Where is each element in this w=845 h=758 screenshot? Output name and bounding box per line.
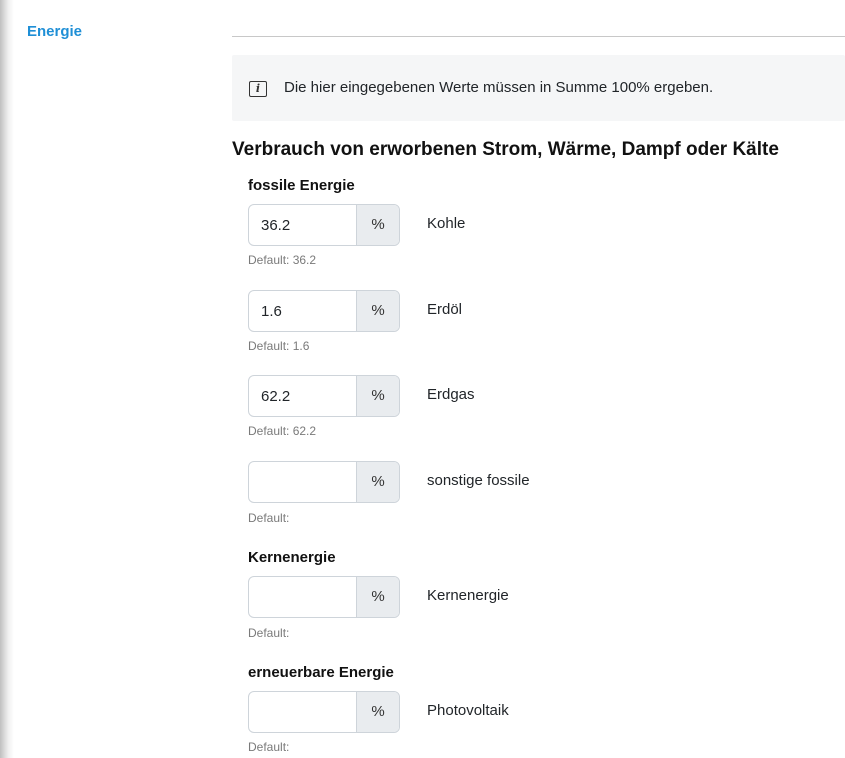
info-alert: i Die hier eingegebenen Werte müssen in … bbox=[232, 55, 845, 121]
input-group-kernenergie: % bbox=[248, 576, 400, 618]
sonstige-fossile-input[interactable] bbox=[249, 462, 357, 502]
input-group-erdoel: % bbox=[248, 290, 400, 332]
group-title-fossile-energie: fossile Energie bbox=[248, 177, 355, 194]
window-edge-shadow bbox=[0, 0, 14, 758]
info-text: Die hier eingegebenen Werte müssen in Su… bbox=[284, 79, 714, 96]
input-group-sonstige-fossile: % bbox=[248, 461, 400, 503]
percent-suffix: % bbox=[356, 291, 399, 331]
kernenergie-label: Kernenergie bbox=[427, 587, 509, 604]
erdoel-input[interactable] bbox=[249, 291, 357, 331]
erdoel-default-hint: Default: 1.6 bbox=[248, 339, 310, 353]
divider bbox=[232, 36, 845, 37]
erdoel-label: Erdöl bbox=[427, 301, 463, 318]
kohle-default-hint: Default: 36.2 bbox=[248, 253, 317, 267]
sidebar-item-energie[interactable]: Energie bbox=[27, 23, 82, 40]
percent-suffix: % bbox=[356, 692, 399, 732]
group-title-erneuerbare-energie: erneuerbare Energie bbox=[248, 664, 394, 681]
photovoltaik-label: Photovoltaik bbox=[427, 702, 509, 719]
percent-suffix: % bbox=[356, 577, 399, 617]
field-row-sonstige-fossile: % sonstige fossile bbox=[248, 461, 845, 503]
percent-suffix: % bbox=[356, 462, 399, 502]
sonstige-fossile-label: sonstige fossile bbox=[427, 472, 530, 489]
percent-suffix: % bbox=[356, 205, 399, 245]
field-row-photovoltaik: % Photovoltaik bbox=[248, 691, 845, 733]
kernenergie-default-hint: Default: bbox=[248, 626, 290, 640]
sonstige-fossile-default-hint: Default: bbox=[248, 511, 290, 525]
photovoltaik-default-hint: Default: bbox=[248, 740, 290, 754]
input-group-erdgas: % bbox=[248, 375, 400, 417]
erdgas-input[interactable] bbox=[249, 376, 357, 416]
percent-suffix: % bbox=[356, 376, 399, 416]
group-title-kernenergie: Kernenergie bbox=[248, 549, 336, 566]
field-row-erdgas: % Erdgas bbox=[248, 375, 845, 417]
kohle-label: Kohle bbox=[427, 215, 466, 232]
erdgas-default-hint: Default: 62.2 bbox=[248, 424, 317, 438]
kernenergie-input[interactable] bbox=[249, 577, 357, 617]
field-row-kohle: % Kohle bbox=[248, 204, 845, 246]
input-group-photovoltaik: % bbox=[248, 691, 400, 733]
kohle-input[interactable] bbox=[249, 205, 357, 245]
photovoltaik-input[interactable] bbox=[249, 692, 357, 732]
info-icon: i bbox=[249, 81, 267, 97]
field-row-erdoel: % Erdöl bbox=[248, 290, 845, 332]
input-group-kohle: % bbox=[248, 204, 400, 246]
erdgas-label: Erdgas bbox=[427, 386, 475, 403]
field-row-kernenergie: % Kernenergie bbox=[248, 576, 845, 618]
section-title: Verbrauch von erworbenen Strom, Wärme, D… bbox=[232, 139, 779, 160]
